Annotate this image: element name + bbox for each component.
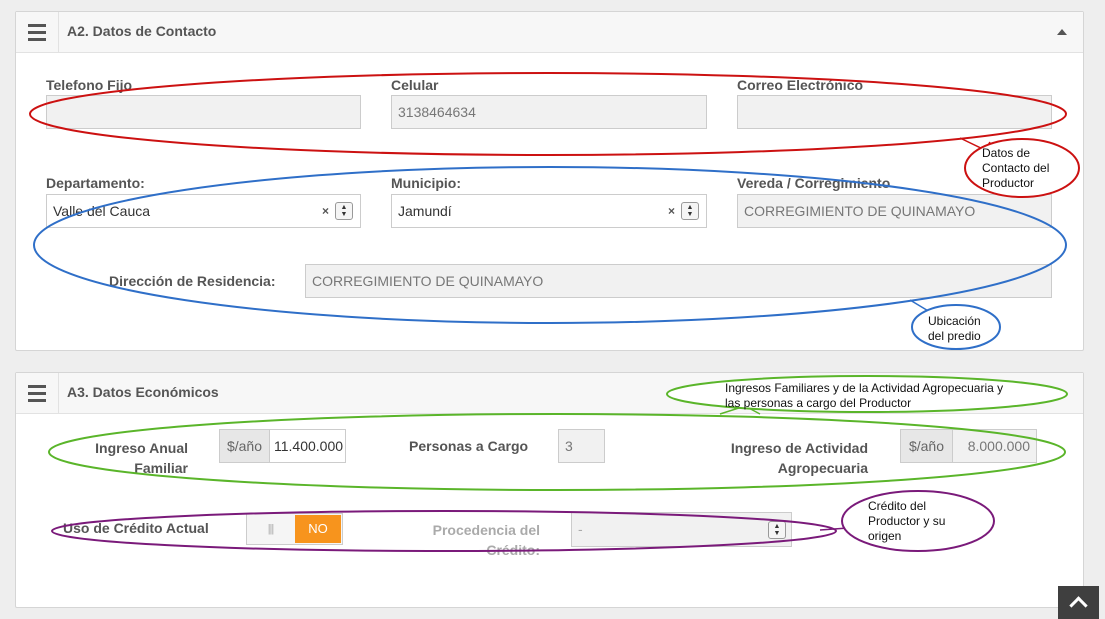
- credit-note-line3: origen: [868, 529, 902, 543]
- income-note-line1: Ingresos Familiares y de la Actividad Ag…: [725, 381, 1004, 395]
- contact-note-line2: Contacto del: [982, 161, 1050, 175]
- location-note: Ubicación del predio: [928, 314, 981, 344]
- contact-note-line1: Datos de: [982, 146, 1031, 160]
- contact-note: Datos de Contacto del Productor: [982, 146, 1049, 191]
- location-note-line2: del predio: [928, 329, 981, 343]
- location-annotation-ellipse: [33, 166, 1067, 324]
- income-annotation-ellipse: [48, 413, 1066, 491]
- credit-note: Crédito del Productor y su origen: [868, 499, 945, 544]
- credit-annotation-ellipse: [51, 510, 837, 552]
- income-note: Ingresos Familiares y de la Actividad Ag…: [725, 381, 1003, 411]
- scroll-to-top-button[interactable]: [1058, 586, 1099, 619]
- income-note-line2: las personas a cargo del Productor: [725, 396, 912, 410]
- credit-note-line1: Crédito del: [868, 499, 927, 513]
- contact-note-line3: Productor: [982, 176, 1035, 190]
- contact-annotation-ellipse: [29, 72, 1067, 156]
- credit-note-line2: Productor y su: [868, 514, 946, 528]
- location-note-line1: Ubicación: [928, 314, 981, 328]
